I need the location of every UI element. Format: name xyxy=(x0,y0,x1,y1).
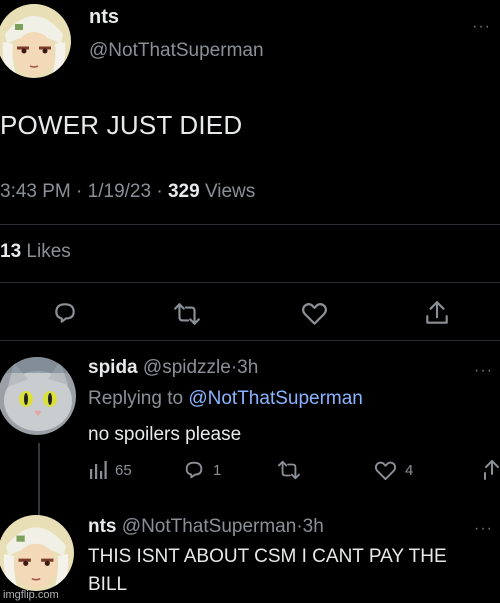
replier-handle[interactable]: @spidzzle xyxy=(143,357,231,378)
bar-chart-icon xyxy=(89,460,107,480)
retweet-icon xyxy=(277,459,301,481)
heart-icon xyxy=(301,301,328,326)
reply-button[interactable] xyxy=(52,300,78,326)
divider xyxy=(0,340,500,341)
reply-header: nts @NotThatSuperman·3h xyxy=(88,516,324,538)
tweet-thread: nts @NotThatSuperman ··· POWER JUST DIED… xyxy=(0,0,500,603)
replying-to-mention[interactable]: @NotThatSuperman xyxy=(188,388,363,409)
tweet-time[interactable]: 3:43 PM xyxy=(0,181,71,202)
comment-bubble-icon xyxy=(183,459,205,481)
more-options-icon[interactable]: ··· xyxy=(474,362,493,380)
replier-display-name[interactable]: nts xyxy=(88,516,117,537)
retweet-button[interactable] xyxy=(173,301,201,327)
meta-separator: · xyxy=(76,181,83,202)
replying-to-line: Replying to @NotThatSuperman xyxy=(88,388,363,410)
divider xyxy=(0,224,500,225)
reply-age[interactable]: 3h xyxy=(303,516,324,537)
more-options-icon[interactable]: ··· xyxy=(474,520,493,538)
replier-avatar[interactable] xyxy=(0,357,76,435)
views-button[interactable]: 65 xyxy=(89,460,132,480)
reply-text-line1: THIS ISNT ABOUT CSM I CANT PAY THE xyxy=(88,546,447,567)
views-label: Views xyxy=(204,181,256,202)
meta-separator: · xyxy=(156,181,163,202)
likes-label: Likes xyxy=(26,241,71,262)
likes-stat[interactable]: 13 Likes xyxy=(0,241,71,263)
divider xyxy=(0,282,500,283)
retweet-icon xyxy=(173,301,201,327)
imgflip-watermark: imgflip.com xyxy=(3,589,59,601)
share-button[interactable] xyxy=(424,299,450,327)
more-options-icon[interactable]: ··· xyxy=(472,18,491,36)
retweet-button[interactable] xyxy=(277,459,301,481)
comment-bubble-icon xyxy=(52,300,78,326)
author-display-name[interactable]: nts xyxy=(89,6,119,29)
heart-icon xyxy=(374,460,397,481)
reply-text-line2: BILL xyxy=(88,574,128,595)
replier-handle[interactable]: @NotThatSuperman xyxy=(122,516,297,537)
replying-to-prefix: Replying to xyxy=(88,388,184,409)
thread-line xyxy=(38,443,40,517)
tweet-date[interactable]: 1/19/23 xyxy=(88,181,151,202)
like-count: 4 xyxy=(405,462,414,479)
tweet-meta: 3:43 PM · 1/19/23 · 329 Views xyxy=(0,181,255,203)
author-avatar[interactable] xyxy=(0,4,71,78)
reply-age[interactable]: 3h xyxy=(237,357,258,378)
replier-display-name[interactable]: spida xyxy=(88,357,138,378)
author-handle[interactable]: @NotThatSuperman xyxy=(89,40,264,62)
author-avatar[interactable] xyxy=(0,515,74,591)
likes-count: 13 xyxy=(0,241,22,262)
views-count: 329 xyxy=(167,181,200,202)
share-upload-icon xyxy=(424,299,450,327)
reply-button[interactable]: 1 xyxy=(183,459,221,481)
share-upload-icon xyxy=(483,458,500,482)
reply-text: no spoilers please xyxy=(88,424,242,445)
share-button[interactable] xyxy=(483,458,500,482)
tweet-text: POWER JUST DIED xyxy=(0,110,243,140)
like-button[interactable] xyxy=(301,301,328,326)
like-button[interactable]: 4 xyxy=(374,460,413,481)
views-count: 65 xyxy=(115,461,132,479)
reply-count: 1 xyxy=(213,461,222,479)
reply-header: spida @spidzzle·3h xyxy=(88,357,258,379)
